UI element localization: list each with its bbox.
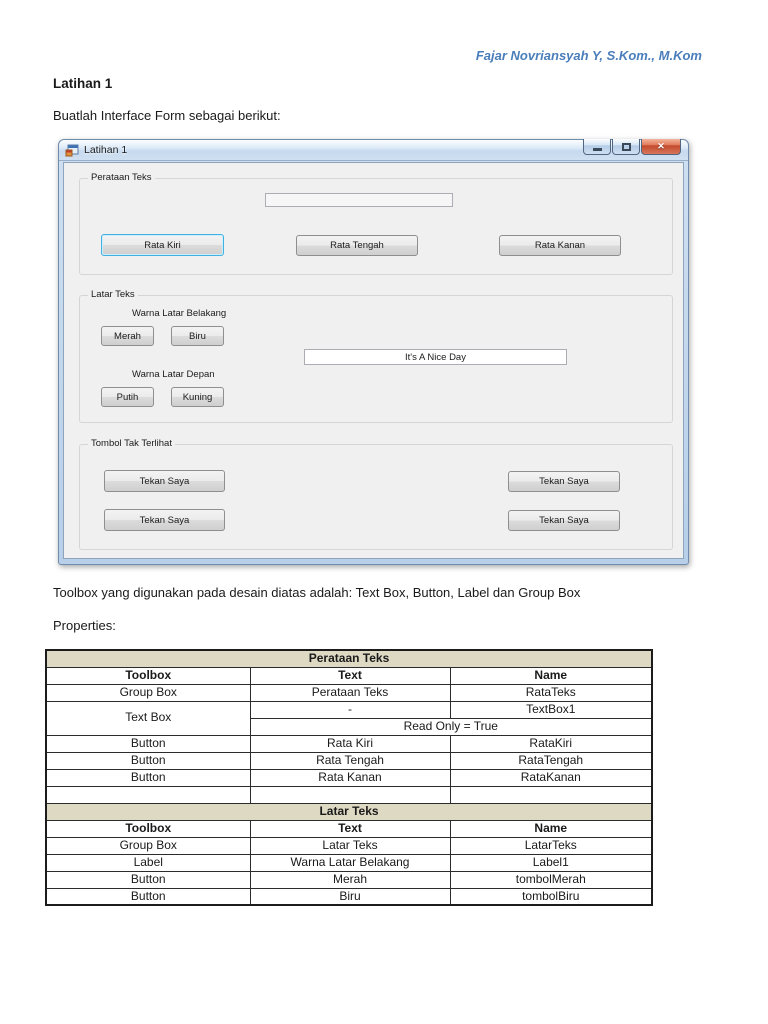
tekan-saya-button-bottom-right[interactable]: Tekan Saya <box>508 510 620 531</box>
table-row: Text Box - TextBox1 <box>45 700 653 736</box>
warna-latar-depan-label: Warna Latar Depan <box>132 369 215 380</box>
cell-toolbox: Button <box>45 870 251 889</box>
cell-name: RataTengah <box>449 751 653 770</box>
cell-text: - <box>249 700 451 719</box>
groupbox-tombol-tak-terlihat: Tombol Tak Terlihat Tekan Saya Tekan Say… <box>79 438 673 550</box>
textbox1-readonly[interactable] <box>265 193 453 207</box>
minimize-icon <box>592 148 602 151</box>
merah-button[interactable]: Merah <box>101 326 154 346</box>
window-titlebar[interactable]: Latihan 1 ✕ <box>59 139 688 161</box>
col-header-text: Text <box>249 666 451 685</box>
warna-latar-belakang-label: Warna Latar Belakang <box>132 308 227 319</box>
table-section-latar-teks: Latar Teks <box>45 802 653 821</box>
col-header-toolbox: Toolbox <box>45 666 251 685</box>
table-row: Toolbox Text Name <box>45 819 653 838</box>
cell-name: LatarTeks <box>449 836 653 855</box>
col-header-name: Name <box>449 819 653 838</box>
form-client-area: Perataan Teks Rata Kiri Rata Tengah Rata… <box>63 162 684 559</box>
cell-text: Latar Teks <box>249 836 451 855</box>
table-section-perataan-teks: Perataan Teks <box>45 649 653 668</box>
table-row: Button Rata Kanan RataKanan <box>45 768 653 787</box>
cell-text: Merah <box>249 870 451 889</box>
cell-empty <box>249 785 451 804</box>
groupbox-latar-teks: Latar Teks Warna Latar Belakang Merah Bi… <box>79 289 673 423</box>
groupbox-tombol-tak-terlihat-label: Tombol Tak Terlihat <box>88 438 175 450</box>
table-row: Toolbox Text Name <box>45 666 653 685</box>
tekan-saya-button-top-right[interactable]: Tekan Saya <box>508 471 620 492</box>
toolbox-note: Toolbox yang digunakan pada desain diata… <box>53 585 581 600</box>
cell-toolbox: Group Box <box>45 836 251 855</box>
tekan-saya-button-top-left[interactable]: Tekan Saya <box>104 470 225 492</box>
biru-button[interactable]: Biru <box>171 326 224 346</box>
cell-text: Rata Tengah <box>249 751 451 770</box>
cell-name: tombolBiru <box>449 887 653 906</box>
cell-name: RataTeks <box>449 683 653 702</box>
document-page: Fajar Novriansyah Y, S.Kom., M.Kom Latih… <box>0 0 768 1024</box>
kuning-button[interactable]: Kuning <box>171 387 224 407</box>
minimize-button[interactable] <box>583 139 611 155</box>
col-header-toolbox: Toolbox <box>45 819 251 838</box>
groupbox-latar-teks-label: Latar Teks <box>88 289 138 301</box>
cell-text: Biru <box>249 887 451 906</box>
section-title: Latar Teks <box>45 802 653 821</box>
table-row: Group Box Latar Teks LatarTeks <box>45 836 653 855</box>
cell-name: RataKiri <box>449 734 653 753</box>
cell-toolbox: Button <box>45 887 251 906</box>
close-icon: ✕ <box>657 141 665 151</box>
cell-name: TextBox1 <box>449 700 653 719</box>
table-row: Button Merah tombolMerah <box>45 870 653 889</box>
cell-property-note: Read Only = True <box>249 717 653 736</box>
properties-label: Properties: <box>53 618 116 633</box>
cell-name: RataKanan <box>449 768 653 787</box>
page-title: Latihan 1 <box>53 76 113 91</box>
rata-tengah-button[interactable]: Rata Tengah <box>296 235 418 256</box>
properties-table: Perataan Teks Toolbox Text Name Group Bo… <box>45 649 654 906</box>
window-title: Latihan 1 <box>84 144 128 156</box>
table-row: Button Rata Tengah RataTengah <box>45 751 653 770</box>
table-row-empty <box>45 785 653 804</box>
cell-name: Label1 <box>449 853 653 872</box>
maximize-icon <box>621 142 631 151</box>
cell-text: Perataan Teks <box>249 683 451 702</box>
cell-toolbox: Group Box <box>45 683 251 702</box>
table-row: Button Rata Kiri RataKiri <box>45 734 653 753</box>
maximize-button[interactable] <box>612 139 640 155</box>
rata-kiri-button[interactable]: Rata Kiri <box>101 234 224 256</box>
cell-toolbox: Text Box <box>45 700 251 736</box>
tekan-saya-button-bottom-left[interactable]: Tekan Saya <box>104 509 225 531</box>
table-row: Button Biru tombolBiru <box>45 887 653 906</box>
rata-kanan-button[interactable]: Rata Kanan <box>499 235 621 256</box>
col-header-text: Text <box>249 819 451 838</box>
table-row: Group Box Perataan Teks RataTeks <box>45 683 653 702</box>
col-header-name: Name <box>449 666 653 685</box>
close-button[interactable]: ✕ <box>641 139 681 155</box>
cell-toolbox: Label <box>45 853 251 872</box>
section-title: Perataan Teks <box>45 649 653 668</box>
groupbox-perataan-teks: Perataan Teks Rata Kiri Rata Tengah Rata… <box>79 172 673 275</box>
cell-toolbox: Button <box>45 734 251 753</box>
cell-name: tombolMerah <box>449 870 653 889</box>
putih-button[interactable]: Putih <box>101 387 154 407</box>
cell-text: Rata Kanan <box>249 768 451 787</box>
cell-toolbox: Button <box>45 768 251 787</box>
cell-empty <box>449 785 653 804</box>
intro-text: Buatlah Interface Form sebagai berikut: <box>53 108 281 123</box>
table-row: Label Warna Latar Belakang Label1 <box>45 853 653 872</box>
winforms-form-icon <box>65 144 79 156</box>
cell-toolbox: Button <box>45 751 251 770</box>
cell-empty <box>45 785 251 804</box>
form-window: Latihan 1 ✕ Perataan Teks Rata Kiri Rata… <box>58 139 689 565</box>
author-header: Fajar Novriansyah Y, S.Kom., M.Kom <box>475 48 702 63</box>
groupbox-perataan-teks-label: Perataan Teks <box>88 172 155 184</box>
cell-text: Rata Kiri <box>249 734 451 753</box>
nice-day-textbox[interactable]: It's A Nice Day <box>304 349 567 365</box>
cell-text: Warna Latar Belakang <box>249 853 451 872</box>
caption-buttons: ✕ <box>582 139 681 155</box>
